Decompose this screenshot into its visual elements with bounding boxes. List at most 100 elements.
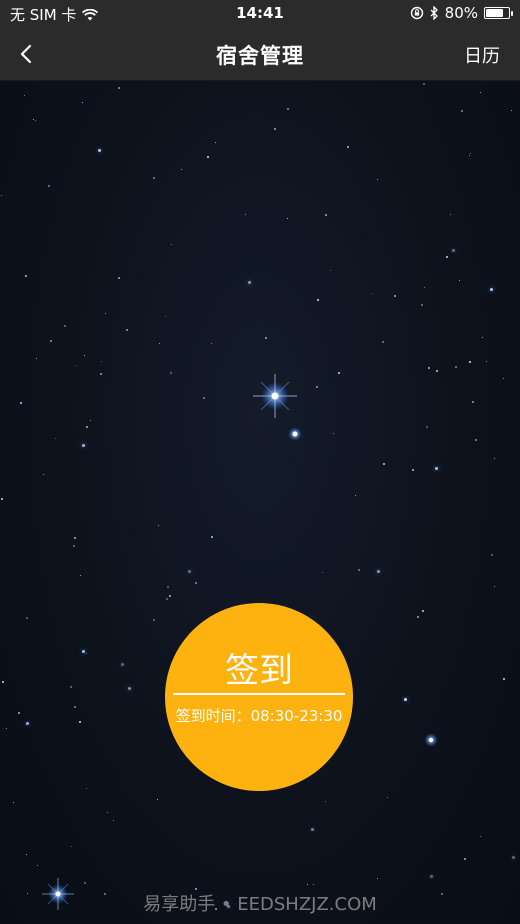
- star: [82, 102, 84, 104]
- star: [169, 595, 171, 597]
- star: [24, 95, 26, 97]
- star: [153, 619, 155, 621]
- star: [158, 525, 160, 527]
- star: [18, 712, 20, 714]
- star: [107, 812, 109, 814]
- page-title: 宿舍管理: [216, 44, 304, 68]
- star: [426, 426, 428, 428]
- star: [503, 678, 505, 680]
- checkin-divider: [173, 693, 345, 695]
- star: [181, 169, 183, 171]
- star: [287, 218, 289, 220]
- star: [195, 582, 197, 584]
- battery-percent: 80%: [444, 4, 478, 22]
- star: [424, 287, 426, 289]
- star: [355, 495, 357, 497]
- star: [436, 370, 438, 372]
- star: [421, 304, 423, 306]
- star: [248, 281, 251, 284]
- checkin-label: 签到: [225, 651, 293, 691]
- star: [387, 797, 389, 799]
- calendar-button[interactable]: 日历: [464, 42, 500, 68]
- star: [1, 195, 3, 197]
- star: [25, 275, 27, 277]
- star: [450, 214, 452, 216]
- star: [461, 110, 463, 112]
- star: [2, 681, 4, 683]
- star: [36, 358, 38, 360]
- star: [394, 295, 396, 297]
- star: [86, 788, 88, 790]
- battery-fill: [486, 9, 503, 17]
- star: [486, 361, 488, 363]
- star: [79, 721, 81, 723]
- star: [166, 598, 168, 600]
- star: [446, 256, 448, 258]
- star: [100, 373, 102, 375]
- star: [316, 386, 318, 388]
- star: [167, 586, 169, 588]
- star: [211, 343, 213, 345]
- star: [307, 884, 309, 886]
- star: [50, 340, 52, 342]
- star: [512, 856, 515, 859]
- star: [6, 728, 8, 730]
- star: [70, 686, 72, 688]
- star: [347, 146, 349, 148]
- star: [86, 653, 88, 655]
- star: [203, 397, 205, 399]
- star: [157, 799, 159, 801]
- star: [482, 337, 484, 339]
- star: [480, 92, 482, 94]
- star: [245, 214, 247, 216]
- star: [74, 706, 76, 708]
- star: [322, 572, 324, 574]
- star: [48, 185, 50, 187]
- star: [475, 439, 477, 441]
- star: [159, 343, 161, 345]
- star: [325, 801, 327, 803]
- star: [452, 249, 455, 252]
- star: [503, 378, 505, 380]
- star: [377, 570, 380, 573]
- checkin-button[interactable]: 签到 签到时间：08:30-23:30: [165, 603, 353, 791]
- star: [13, 802, 15, 804]
- star: [511, 110, 513, 112]
- star: [101, 361, 103, 363]
- star: [494, 458, 496, 460]
- star: [491, 554, 493, 556]
- nav-bar: 宿舍管理 日历: [0, 28, 520, 81]
- status-bar: 无 SIM 卡 14:41 80%: [0, 0, 520, 28]
- star: [333, 433, 335, 435]
- star: [211, 536, 213, 538]
- star: [86, 426, 88, 428]
- star: [80, 575, 82, 577]
- star: [90, 420, 92, 422]
- star: [383, 463, 385, 465]
- star: [490, 288, 493, 291]
- checkin-time-range: 签到时间：08:30-23:30: [175, 707, 343, 725]
- star: [82, 650, 85, 653]
- star: [26, 722, 29, 725]
- star: [121, 663, 124, 666]
- star: [113, 820, 115, 822]
- status-right: 80%: [410, 4, 513, 22]
- star: [412, 469, 414, 471]
- star: [215, 142, 217, 144]
- star: [330, 270, 332, 272]
- bright-star-icon: [288, 427, 302, 441]
- star: [35, 120, 37, 122]
- star: [480, 836, 482, 838]
- star: [494, 586, 496, 588]
- star: [428, 367, 430, 369]
- star: [118, 277, 120, 279]
- star: [317, 299, 319, 301]
- bluetooth-icon: [430, 6, 438, 20]
- star: [274, 128, 276, 130]
- star: [470, 153, 472, 155]
- star: [84, 355, 86, 357]
- star: [325, 214, 327, 216]
- star: [43, 474, 45, 476]
- star: [126, 329, 128, 331]
- star: [313, 884, 315, 886]
